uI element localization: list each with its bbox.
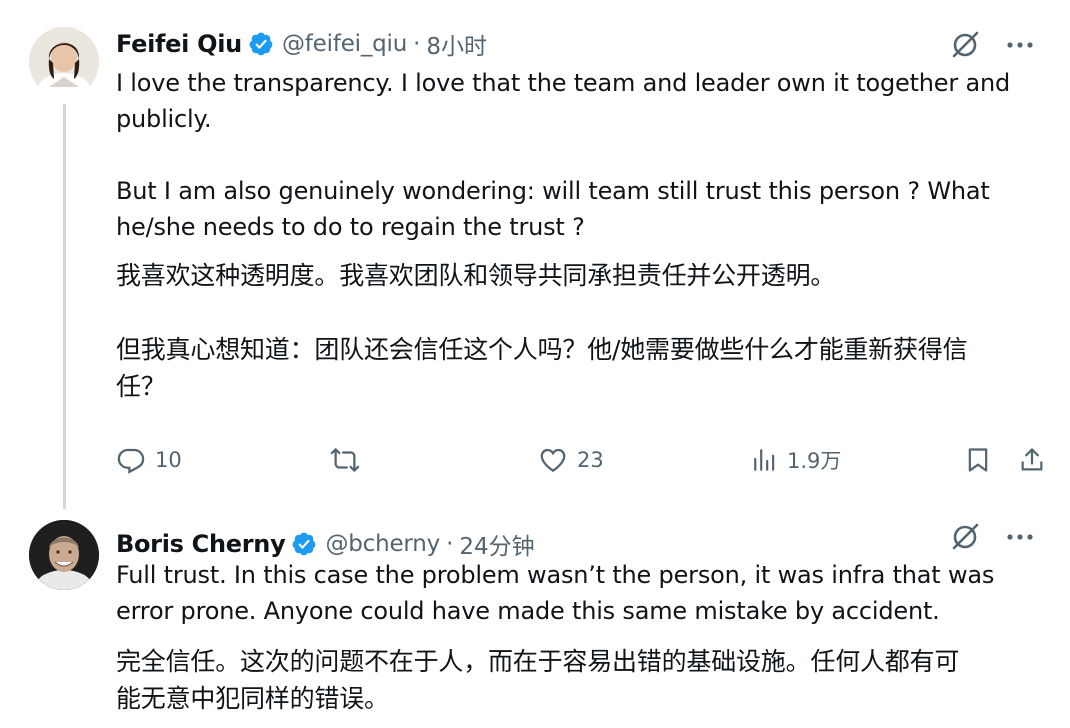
verified-badge-icon — [293, 532, 316, 556]
tweet-header: Feifei Qiu @feifei_qiu · 8小时 — [116, 26, 487, 62]
avatar[interactable] — [29, 27, 99, 97]
tweet-feifei-qiu[interactable]: Feifei Qiu @feifei_qiu · 8小时 I love the … — [0, 0, 1070, 510]
views-button[interactable]: 1.9万 — [752, 440, 841, 480]
tweet-text-english: Full trust. In this case the problem was… — [116, 561, 995, 625]
reply-count: 10 — [155, 448, 182, 472]
share-button[interactable] — [1018, 440, 1046, 480]
header-actions — [950, 30, 1034, 60]
author-name[interactable]: Feifei Qiu — [116, 30, 242, 58]
like-icon — [540, 448, 566, 472]
more-icon[interactable] — [1006, 533, 1034, 541]
author-handle[interactable]: @feifei_qiu — [282, 31, 407, 57]
share-icon — [1021, 448, 1043, 471]
like-count: 23 — [577, 448, 604, 472]
author-handle[interactable]: @bcherny — [325, 531, 440, 557]
reply-button[interactable]: 10 — [116, 440, 182, 480]
bookmark-button[interactable] — [964, 440, 992, 480]
separator-dot: · — [413, 31, 421, 57]
tweet-boris-cherny[interactable]: Boris Cherny @bcherny · 24分钟 Full trust.… — [0, 510, 1070, 728]
tweet-actions: 10 23 1.9万 — [116, 440, 1056, 480]
retweet-icon — [330, 448, 360, 472]
more-icon[interactable] — [1006, 41, 1034, 49]
timestamp[interactable]: 24分钟 — [459, 527, 534, 561]
bookmark-icon — [968, 448, 988, 472]
avatar[interactable] — [29, 520, 99, 590]
tweet-text-chinese: 我喜欢这种透明度。我喜欢团队和领导共同承担责任并公开透明。 但我真心想知道：团队… — [116, 261, 968, 401]
grok-icon[interactable] — [950, 30, 980, 60]
timestamp[interactable]: 8小时 — [426, 27, 487, 61]
like-button[interactable]: 23 — [538, 440, 604, 480]
tweet-text-english: I love the transparency. I love that the… — [116, 69, 1010, 241]
reply-icon — [117, 448, 145, 474]
separator-dot: · — [446, 531, 454, 557]
author-name[interactable]: Boris Cherny — [116, 530, 286, 558]
tweet-text-chinese: 完全信任。这次的问题不在于人，而在于容易出错的基础设施。任何人都有可 能无意中犯… — [116, 647, 960, 713]
verified-badge-icon — [249, 32, 273, 56]
header-actions — [950, 522, 1034, 552]
retweet-button[interactable] — [329, 440, 370, 480]
views-count: 1.9万 — [787, 449, 842, 473]
views-icon — [754, 449, 775, 471]
grok-icon[interactable] — [950, 522, 980, 552]
